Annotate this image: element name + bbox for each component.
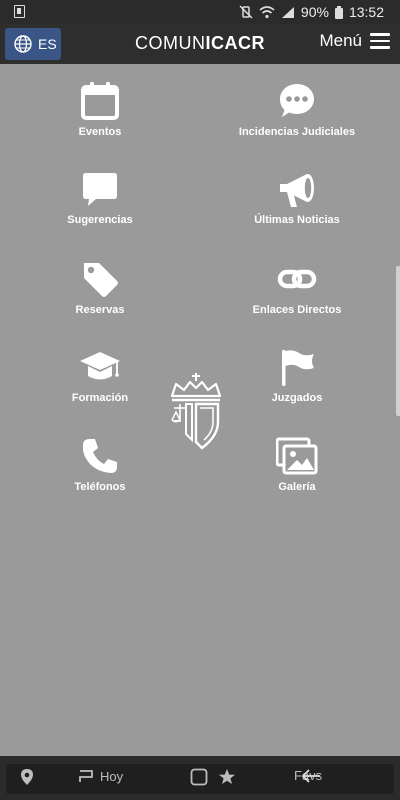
grid-item-noticias[interactable]: Últimas Noticias <box>197 168 397 254</box>
grid-item-reservas[interactable]: Reservas <box>0 258 200 344</box>
today-label: Hoy <box>100 768 124 784</box>
hamburger-icon <box>370 33 390 49</box>
chat-bubble-dots-icon <box>276 80 318 122</box>
location-pin-icon <box>21 769 33 785</box>
location-button[interactable] <box>20 768 34 786</box>
recent-apps-icon <box>79 770 93 782</box>
icacr-logo <box>170 373 222 450</box>
link-icon <box>276 258 318 300</box>
wifi-icon <box>259 5 275 18</box>
grid-label-juzgados: Juzgados <box>271 392 323 404</box>
grid-label-incidencias: Incidencias Judiciales <box>238 126 356 138</box>
back-arrow-icon <box>301 769 320 783</box>
app-title-light: COMUN <box>135 33 206 53</box>
sim-card-icon <box>14 5 25 18</box>
grid-item-sugerencias[interactable]: Sugerencias <box>0 168 200 254</box>
signal-icon <box>281 6 294 18</box>
vibrate-mute-icon <box>239 5 253 19</box>
battery-percent: 90% <box>300 4 329 20</box>
grid-item-galeria[interactable]: Galería <box>197 435 397 521</box>
star-icon <box>219 769 235 784</box>
battery-icon <box>334 5 343 19</box>
language-button[interactable]: ES <box>5 28 61 60</box>
grid-item-enlaces[interactable]: Enlaces Directos <box>197 258 397 344</box>
scroll-indicator[interactable] <box>396 266 400 416</box>
back-button[interactable] <box>300 768 322 784</box>
megaphone-icon <box>276 168 318 210</box>
menu-button[interactable]: Menú <box>319 31 390 51</box>
grid-item-eventos[interactable]: Eventos <box>0 80 200 166</box>
grid-label-telefonos: Teléfonos <box>74 481 126 493</box>
flag-icon <box>276 346 318 388</box>
bottom-toolbar: Hoy Favs <box>6 764 394 794</box>
language-label: ES <box>38 36 57 52</box>
grid-item-incidencias[interactable]: Incidencias Judiciales <box>197 80 397 166</box>
favorites-star-button[interactable] <box>218 768 236 786</box>
home-square-icon <box>190 768 208 786</box>
globe-icon <box>14 35 32 53</box>
calendar-icon <box>79 80 121 122</box>
app-title-bold: ICACR <box>205 33 265 53</box>
home-square-button[interactable] <box>190 768 208 786</box>
status-bar: 90% 13:52 <box>0 0 400 24</box>
menu-label: Menú <box>319 31 362 50</box>
grid-label-galeria: Galería <box>278 481 316 493</box>
grid-label-reservas: Reservas <box>75 304 125 316</box>
app-bar: ES COMUNICACR Menú <box>0 24 400 64</box>
grid-label-enlaces: Enlaces Directos <box>252 304 342 316</box>
tag-icon <box>79 258 121 300</box>
graduation-cap-icon <box>79 346 121 388</box>
speech-bubble-icon <box>79 168 121 210</box>
grid-label-noticias: Últimas Noticias <box>254 214 340 226</box>
phone-icon <box>79 435 121 477</box>
today-button[interactable]: Hoy <box>78 768 123 784</box>
clock: 13:52 <box>348 4 384 20</box>
grid-label-sugerencias: Sugerencias <box>67 214 133 226</box>
image-gallery-icon <box>276 435 318 477</box>
grid-label-eventos: Eventos <box>78 126 122 138</box>
grid-item-juzgados[interactable]: Juzgados <box>197 346 397 432</box>
